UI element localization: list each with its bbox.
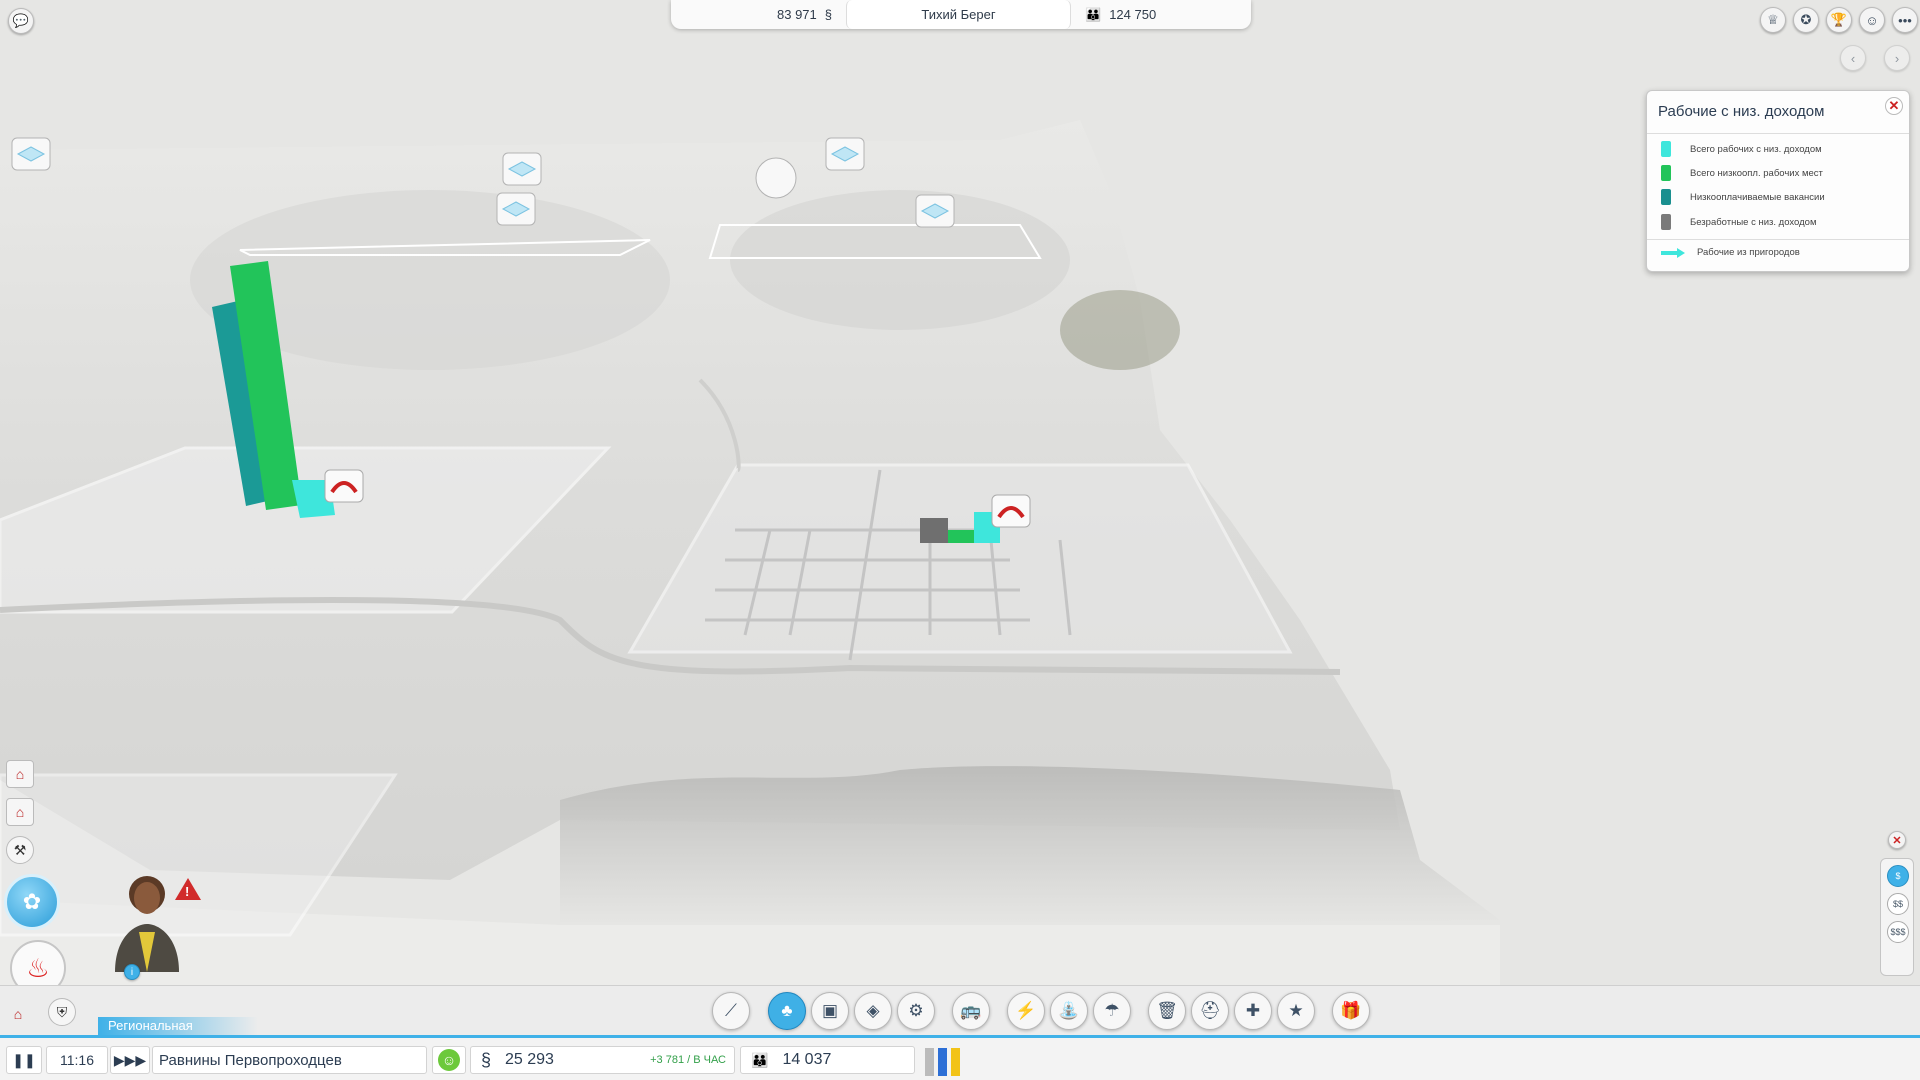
wealth-low-button[interactable]: $ (1887, 865, 1909, 887)
more-icon[interactable]: ••• (1892, 7, 1918, 33)
region-name: Равнины Первопроходцев (152, 1046, 427, 1074)
build-toolbar: ⟋ ♣ ▣ ◈ ⚙ 🚌 ⚡ ⛲ ☂ 🗑 ⛑ ✚ ★ 🎁 (0, 985, 1920, 1035)
wealth-filter: $ $$ $$$ (1880, 858, 1914, 976)
close-icon[interactable]: ✕ (1885, 97, 1903, 115)
city-alert-icon[interactable]: ⌂ (6, 798, 34, 826)
top-status-bar: 83 971 § Тихий Берег 👪 124 750 (671, 0, 1251, 29)
city-population-value: 14 037 (782, 1051, 832, 1068)
rci-bar (925, 1048, 934, 1076)
shield-icon[interactable]: ⛨ (48, 998, 76, 1026)
bulldozer-icon[interactable]: ⚒ (6, 836, 34, 864)
map-marker-city-left[interactable] (324, 469, 364, 503)
legend-item-label: Всего низкоопл. рабочих мест (1690, 167, 1823, 179)
zoning-map-icon[interactable]: ⚙ (897, 992, 935, 1030)
arrow-icon (1661, 247, 1685, 258)
achievement-icon[interactable]: ✪ (1793, 7, 1819, 33)
status-bar: ❚❚ 11:16 ▶▶▶ Равнины Первопроходцев ☺ § … (0, 1035, 1920, 1080)
fast-forward-icon: ▶▶▶ (113, 1051, 147, 1068)
forward-arrow-icon[interactable]: › (1884, 45, 1910, 71)
clock: 11:16 (46, 1046, 108, 1074)
simoleon-icon: § (824, 7, 832, 22)
divider (1647, 133, 1909, 134)
region-tab-label[interactable]: Региональная (98, 1017, 258, 1035)
rci-bar (951, 1048, 960, 1076)
health-icon[interactable]: ✚ (1234, 992, 1272, 1030)
population-status[interactable]: 👪 14 037 (740, 1046, 915, 1074)
transport-icon[interactable]: 🚌 (952, 992, 990, 1030)
city-alert-icon[interactable]: ⌂ (6, 760, 34, 788)
map-marker-city-right[interactable] (991, 494, 1031, 528)
city-alert-icon[interactable]: ⌂ (4, 1000, 32, 1028)
legend-item-label: Рабочие из пригородов (1697, 247, 1800, 258)
legend-item: Всего низкоопл. рабочих мест (1661, 165, 1823, 181)
swatch-icon (1661, 189, 1671, 205)
warning-icon[interactable]: ! (175, 878, 201, 900)
chat-icon[interactable]: 💬 (8, 8, 34, 34)
simoleon-icon: § (481, 1049, 492, 1070)
close-icon[interactable]: ✕ (1888, 831, 1906, 849)
speed-button[interactable]: ▶▶▶ (110, 1046, 150, 1074)
city-name[interactable]: Тихий Берег (846, 0, 1071, 29)
population-value: 124 750 (1109, 7, 1157, 22)
wealth-medium-button[interactable]: $$ (1887, 893, 1909, 915)
fire-icon[interactable]: ⛑ (1191, 992, 1229, 1030)
legend-item-label: Низкооплачиваемые вакансии (1690, 191, 1825, 203)
swatch-icon (1661, 141, 1671, 157)
money-value: 83 971 (777, 7, 817, 22)
city-hall-icon[interactable]: ▣ (811, 992, 849, 1030)
population-icon: 👪 (751, 1051, 769, 1068)
rci-meter[interactable] (925, 1048, 973, 1076)
swatch-icon (1661, 214, 1671, 230)
friends-icon[interactable]: ☺ (1859, 7, 1885, 33)
region-map[interactable] (0, 0, 1920, 1080)
swatch-icon (1661, 165, 1671, 181)
funds-display[interactable]: § 25 293 +3 781 / В ЧАС (470, 1046, 735, 1074)
legend-item-label: Безработные с низ. доходом (1690, 216, 1817, 228)
population-display[interactable]: 👪 124 750 (1071, 0, 1170, 29)
happiness-button[interactable]: ☺ (432, 1046, 466, 1074)
government-icon[interactable]: ◈ (854, 992, 892, 1030)
trophy-icon[interactable]: 🏆 (1826, 7, 1852, 33)
legend-item-label: Всего рабочих с низ. доходом (1690, 143, 1822, 155)
rci-bar (938, 1048, 947, 1076)
smiley-icon: ☺ (438, 1049, 460, 1071)
back-arrow-icon[interactable]: ‹ (1840, 45, 1866, 71)
legend-item: Рабочие из пригородов (1661, 247, 1800, 258)
zones-tool-icon[interactable]: ♣ (768, 992, 806, 1030)
sewage-icon[interactable]: ☂ (1093, 992, 1131, 1030)
info-icon[interactable]: i (124, 964, 140, 980)
wealth-high-button[interactable]: $$$ (1887, 921, 1909, 943)
region-view-icon[interactable]: ✿ (4, 874, 60, 930)
legend-title: Рабочие с низ. доходом (1658, 103, 1825, 120)
funds-value: 25 293 (505, 1051, 554, 1068)
divider (1647, 239, 1909, 240)
gift-icon[interactable]: 🎁 (1332, 992, 1370, 1030)
pause-icon: ❚❚ (12, 1051, 36, 1068)
income-rate: +3 781 / В ЧАС (650, 1054, 726, 1066)
police-icon[interactable]: ★ (1277, 992, 1315, 1030)
legend-item: Низкооплачиваемые вакансии (1661, 189, 1825, 205)
water-icon[interactable]: ⛲ (1050, 992, 1088, 1030)
garbage-icon[interactable]: 🗑 (1148, 992, 1186, 1030)
plot-marker (755, 157, 797, 199)
legend-item: Всего рабочих с низ. доходом (1661, 141, 1822, 157)
data-map-legend: Рабочие с низ. доходом ✕ Всего рабочих с… (1646, 90, 1910, 272)
money-display[interactable]: 83 971 § (671, 0, 846, 29)
power-icon[interactable]: ⚡ (1007, 992, 1045, 1030)
road-tool-icon[interactable]: ⟋ (712, 992, 750, 1030)
medal-icon[interactable]: ♕ (1760, 7, 1786, 33)
population-icon: 👪 (1085, 6, 1102, 22)
pause-button[interactable]: ❚❚ (6, 1046, 42, 1074)
legend-item: Безработные с низ. доходом (1661, 214, 1816, 230)
